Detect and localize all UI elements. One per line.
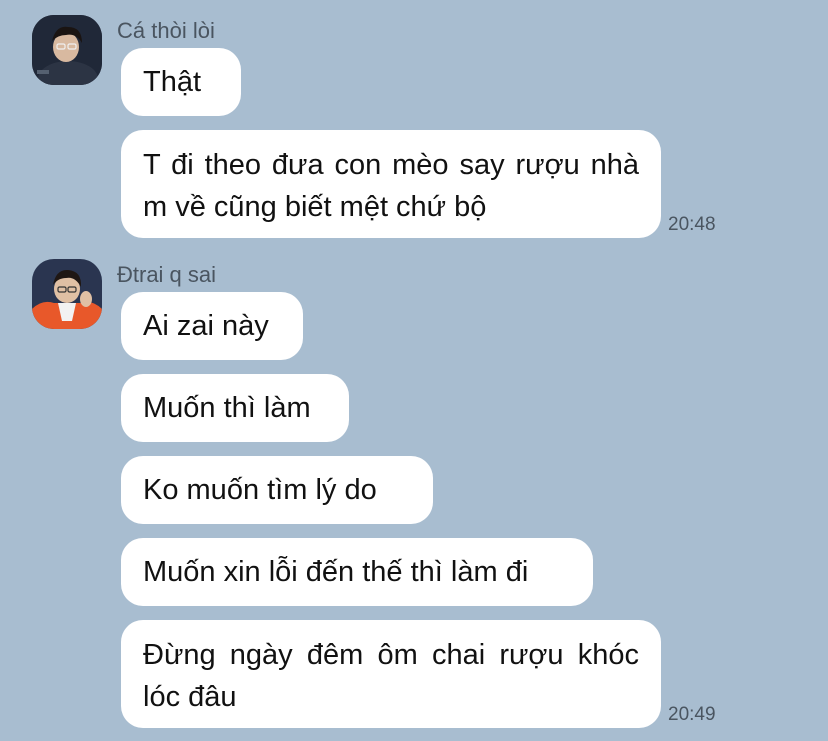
message-bubble[interactable]: Thật (121, 48, 241, 116)
message-bubble[interactable]: Ko muốn tìm lý do (121, 456, 433, 524)
sender-name: Cá thòi lòi (117, 18, 215, 43)
chat-area[interactable]: Cá thòi lòi Thật T đi theo đưa con mèo s… (0, 0, 828, 741)
message-bubble[interactable]: Muốn thì làm (121, 374, 349, 442)
message-bubble[interactable]: Ai zai này (121, 292, 303, 360)
message-bubble[interactable]: Đừng ngày đêm ôm chai rượu khóc lóc đâu (121, 620, 661, 728)
message-bubble[interactable]: T đi theo đưa con mèo say rượu nhà m về … (121, 130, 661, 238)
sender-name: Đtrai q sai (117, 262, 217, 287)
message-bubble[interactable]: Muốn xin lỗi đến thế thì làm đi (121, 538, 593, 606)
message-timestamp: 20:49 (668, 704, 716, 725)
user-avatar-icon[interactable] (32, 15, 102, 85)
message-timestamp: 20:48 (668, 214, 716, 235)
user-avatar-icon[interactable] (32, 259, 102, 329)
